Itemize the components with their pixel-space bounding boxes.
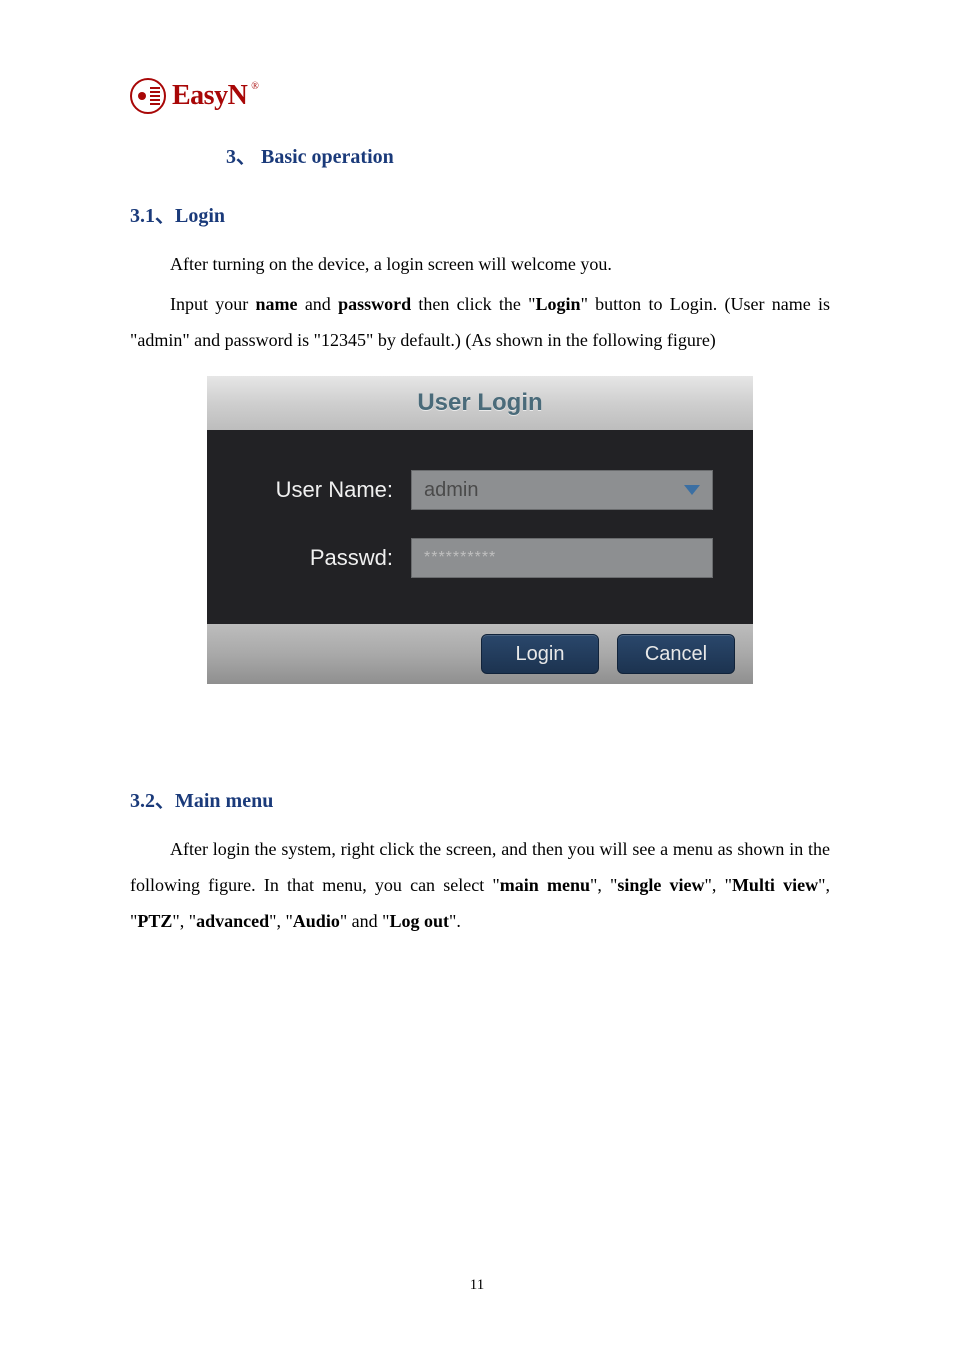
dropdown-icon[interactable] [684,485,700,495]
login-dialog: User Login User Name: admin Passwd: ****… [207,376,753,684]
password-value: ********** [424,549,496,567]
brand-name: EasyN [172,80,247,112]
registered-mark: ® [251,81,259,92]
login-paragraph-2: Input your name and password then click … [130,286,830,358]
dialog-body: User Name: admin Passwd: ********** [207,430,753,624]
subsection-mainmenu-title: 3.2、Main menu [130,784,830,813]
brand-logo: EasyN ® [130,78,261,114]
camera-logo-icon [130,78,166,114]
page-number: 11 [0,1277,954,1294]
mainmenu-paragraph: After login the system, right click the … [130,831,830,939]
password-label: Passwd: [247,545,411,571]
login-button[interactable]: Login [481,634,599,674]
subsection-login-title: 3.1、Login [130,199,830,228]
section-title: 3、 Basic operation [226,140,830,169]
dialog-footer: Login Cancel [207,624,753,684]
username-label: User Name: [247,477,411,503]
dialog-title: User Login [207,376,753,430]
username-value: admin [424,479,478,502]
cancel-button[interactable]: Cancel [617,634,735,674]
password-field[interactable]: ********** [411,538,713,578]
login-paragraph-1: After turning on the device, a login scr… [130,246,830,282]
username-field[interactable]: admin [411,470,713,510]
